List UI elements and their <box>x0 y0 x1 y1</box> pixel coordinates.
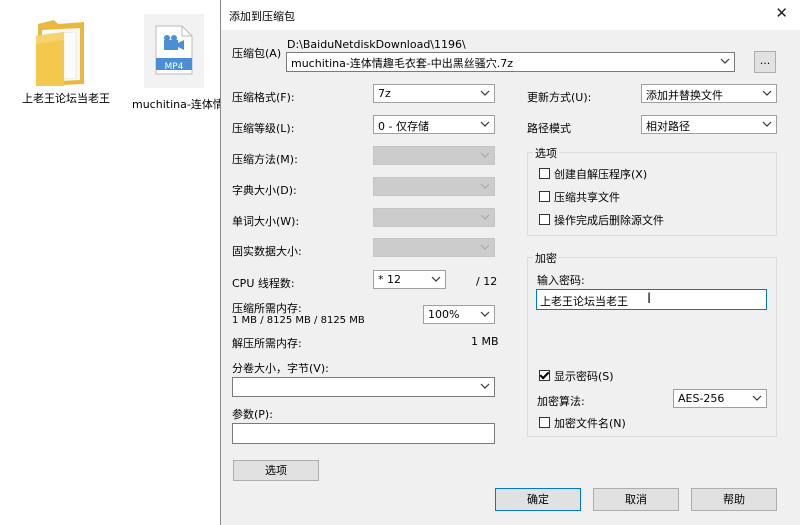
ok-button[interactable]: 确定 <box>495 488 581 511</box>
cpu-threads-select[interactable]: * 12 <box>373 270 446 289</box>
update-label: 更新方式(U): <box>527 91 592 104</box>
cpu-total: / 12 <box>476 275 498 288</box>
options-group-title: 选项 <box>533 145 559 161</box>
browse-button[interactable]: ... <box>754 51 776 73</box>
mem-decomp-value: 1 MB <box>471 335 499 348</box>
format-select[interactable]: 7z <box>373 84 495 103</box>
solid-label: 固实数据大小: <box>232 245 302 258</box>
sfx-label[interactable]: 创建自解压程序(X) <box>554 166 647 182</box>
chevron-down-icon <box>480 119 490 129</box>
chevron-down-icon <box>480 212 490 222</box>
cpu-label: CPU 线程数: <box>232 277 295 290</box>
update-mode-select[interactable]: 添加并替换文件 <box>641 84 777 103</box>
chevron-down-icon <box>431 274 441 284</box>
options-button[interactable]: 选项 <box>233 460 319 481</box>
enc-method-select[interactable]: AES-256 <box>673 389 767 408</box>
chevron-down-icon <box>480 150 490 160</box>
shared-checkbox[interactable] <box>539 191 550 202</box>
enc-method-value: AES-256 <box>678 392 725 405</box>
mem-comp-label: 压缩所需内存: <box>232 302 302 315</box>
split-label: 分卷大小，字节(V): <box>232 362 329 375</box>
archive-name-combo[interactable]: muchitina-连体情趣毛衣套-中出黑丝骚穴.7z <box>286 52 735 72</box>
update-mode-value: 添加并替换文件 <box>646 89 723 102</box>
encrypt-names-checkbox[interactable] <box>539 417 550 428</box>
level-label: 压缩等级(L): <box>232 122 295 135</box>
archive-path: D:\BaiduNetdiskDownload\1196\ <box>287 38 466 51</box>
dict-select <box>373 177 495 196</box>
enc-method-label: 加密算法: <box>537 395 585 408</box>
show-password-label[interactable]: 显示密码(S) <box>554 368 614 384</box>
level-select[interactable]: 0 - 仅存储 <box>373 115 495 134</box>
chevron-down-icon <box>762 88 772 98</box>
params-input[interactable] <box>232 423 495 444</box>
path-mode-value: 相对路径 <box>646 120 690 133</box>
path-mode-select[interactable]: 相对路径 <box>641 115 777 134</box>
desktop-folder[interactable]: 上老王论坛当老王 <box>14 14 110 106</box>
password-value: 上老王论坛当老王 <box>540 295 628 308</box>
level-value: 0 - 仅存储 <box>378 120 429 133</box>
password-label: 输入密码: <box>537 274 585 287</box>
sfx-checkbox[interactable] <box>539 168 550 179</box>
delete-source-label[interactable]: 操作完成后删除源文件 <box>554 212 664 228</box>
password-input[interactable]: 上老王论坛当老王 I <box>536 289 767 310</box>
chevron-down-icon <box>480 88 490 98</box>
archive-name-value: muchitina-连体情趣毛衣套-中出黑丝骚穴.7z <box>291 57 514 70</box>
chevron-down-icon <box>480 309 490 319</box>
help-button[interactable]: 帮助 <box>691 488 777 511</box>
add-to-archive-dialog: 添加到压缩包 ✕ 压缩包(A) D:\BaiduNetdiskDownload\… <box>220 0 800 525</box>
chevron-down-icon <box>480 181 490 191</box>
close-icon[interactable]: ✕ <box>775 4 788 22</box>
mem-comp-value: 1 MB / 8125 MB / 8125 MB <box>232 315 365 326</box>
chevron-down-icon <box>480 381 490 391</box>
encrypt-names-label[interactable]: 加密文件名(N) <box>554 415 626 431</box>
mem-percent-select[interactable]: 100% <box>423 305 495 324</box>
title-bar: 添加到压缩包 ✕ <box>221 0 800 30</box>
folder-label: 上老王论坛当老王 <box>22 92 110 105</box>
params-label: 参数(P): <box>232 408 273 421</box>
method-label: 压缩方法(M): <box>232 153 298 166</box>
word-select <box>373 208 495 227</box>
mem-percent-value: 100% <box>428 308 460 321</box>
format-label: 压缩格式(F): <box>232 91 295 104</box>
delete-source-checkbox[interactable] <box>539 214 550 225</box>
method-select <box>373 146 495 165</box>
cpu-threads-value: * 12 <box>378 273 401 286</box>
chevron-down-icon <box>720 56 730 66</box>
encryption-group-title: 加密 <box>533 250 559 266</box>
dialog-title: 添加到压缩包 <box>229 10 295 23</box>
split-size-combo[interactable] <box>232 377 495 397</box>
folder-icon <box>36 20 84 86</box>
video-file-label: muchitina-连体情趣毛衣套-中出黑丝骚穴.mp4 <box>132 98 366 112</box>
desktop-video-file[interactable]: MP4 muchitina-连体情趣毛衣套-中出黑丝骚穴.mp4 <box>128 14 366 112</box>
mem-decomp-label: 解压所需内存: <box>232 337 302 350</box>
mp4-badge: MP4 <box>164 62 184 72</box>
chevron-down-icon <box>480 242 490 252</box>
shared-label[interactable]: 压缩共享文件 <box>554 189 620 205</box>
text-cursor-icon: I <box>647 291 652 307</box>
chevron-down-icon <box>762 119 772 129</box>
dict-label: 字典大小(D): <box>232 184 297 197</box>
show-password-checkbox[interactable] <box>539 370 550 381</box>
format-value: 7z <box>378 87 391 100</box>
word-label: 单词大小(W): <box>232 215 300 228</box>
chevron-down-icon <box>752 393 762 403</box>
solid-select <box>373 238 495 257</box>
cancel-button[interactable]: 取消 <box>593 488 679 511</box>
pathmode-label: 路径模式 <box>527 122 571 135</box>
archive-label: 压缩包(A) <box>232 47 282 60</box>
